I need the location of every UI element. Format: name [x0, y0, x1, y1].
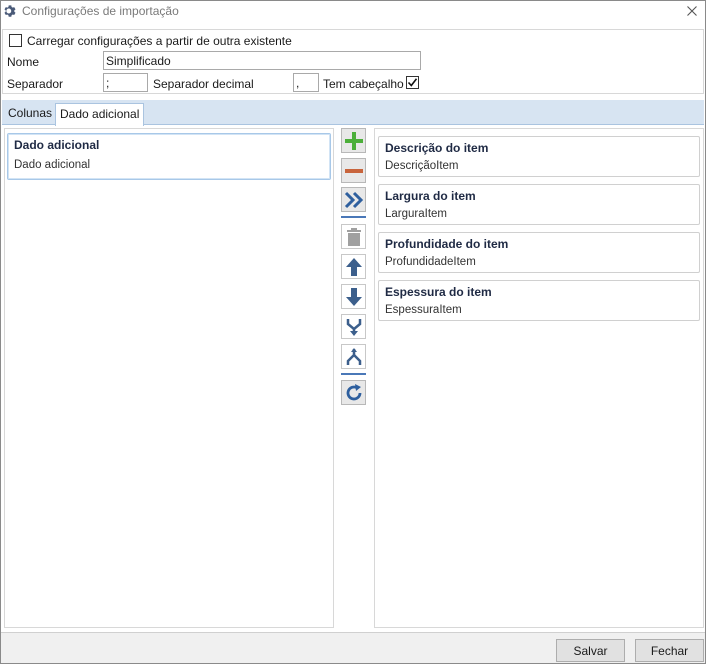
list-item-title: Descrição do item — [385, 141, 489, 155]
list-item-title: Espessura do item — [385, 285, 492, 299]
name-input[interactable]: Simplificado — [103, 51, 421, 70]
move-down-button[interactable] — [341, 284, 366, 309]
settings-group: Carregar configurações a partir de outra… — [2, 29, 704, 94]
load-existing-checkbox[interactable] — [9, 34, 22, 47]
trash-icon — [346, 227, 361, 246]
list-item-title: Profundidade do item — [385, 237, 509, 251]
name-label: Nome — [7, 55, 40, 69]
decimal-separator-label: Separador decimal — [153, 77, 254, 91]
add-button[interactable] — [341, 128, 366, 153]
has-header-checkbox[interactable] — [406, 76, 419, 89]
separator-input[interactable]: ; — [103, 73, 148, 92]
save-button[interactable]: Salvar — [556, 639, 625, 662]
arrow-up-icon — [345, 257, 362, 276]
close-icon — [687, 6, 697, 16]
delete-button[interactable] — [341, 224, 366, 249]
move-all-right-button[interactable] — [341, 187, 366, 212]
check-icon — [407, 78, 418, 87]
additional-data-list: Dado adicional Dado adicional — [4, 128, 334, 628]
split-button[interactable] — [341, 344, 366, 369]
list-item-title: Largura do item — [385, 189, 476, 203]
merge-button[interactable] — [341, 314, 366, 339]
refresh-icon — [346, 383, 361, 400]
decimal-separator-input[interactable]: , — [293, 73, 319, 92]
list-item-subtitle: DescriçãoItem — [385, 160, 459, 172]
close-button[interactable] — [681, 1, 703, 21]
toolbar-divider — [341, 373, 366, 375]
list-item-title: Dado adicional — [14, 138, 100, 152]
plus-icon — [344, 131, 363, 150]
toolbar-divider — [341, 216, 366, 218]
tab-strip: Colunas Dado adicional — [2, 100, 704, 126]
remove-button[interactable] — [341, 158, 366, 183]
split-icon — [346, 347, 361, 365]
list-item-subtitle: LarguraItem — [385, 208, 448, 220]
footer-bar: Salvar Fechar — [1, 632, 705, 663]
tab-colunas[interactable]: Colunas — [4, 103, 56, 125]
close-dialog-button[interactable]: Fechar — [635, 639, 704, 662]
move-up-button[interactable] — [341, 254, 366, 279]
list-item[interactable]: Largura do item LarguraItem — [378, 184, 700, 225]
list-item[interactable]: Descrição do item DescriçãoItem — [378, 136, 700, 177]
import-settings-window: Configurações de importação Carregar con… — [0, 0, 706, 664]
list-item[interactable]: Espessura do item EspessuraItem — [378, 280, 700, 321]
double-chevron-right-icon — [344, 191, 363, 208]
list-item-subtitle: Dado adicional — [14, 159, 91, 171]
arrow-down-icon — [345, 287, 362, 306]
available-fields-list: Descrição do item DescriçãoItem Largura … — [374, 128, 704, 628]
refresh-button[interactable] — [341, 380, 366, 405]
window-title: Configurações de importação — [22, 4, 179, 18]
minus-icon — [344, 168, 363, 173]
has-header-label: Tem cabeçalho — [323, 77, 404, 91]
list-item-subtitle: ProfundidadeItem — [385, 256, 476, 268]
list-item[interactable]: Profundidade do item ProfundidadeItem — [378, 232, 700, 273]
separator-label: Separador — [7, 77, 64, 91]
merge-icon — [346, 318, 361, 336]
load-existing-label: Carregar configurações a partir de outra… — [27, 34, 292, 48]
list-item-subtitle: EspessuraItem — [385, 304, 462, 316]
list-item[interactable]: Dado adicional Dado adicional — [7, 133, 331, 180]
gear-icon — [4, 5, 16, 17]
tab-dado-adicional[interactable]: Dado adicional — [55, 103, 145, 126]
title-bar: Configurações de importação — [1, 1, 705, 23]
